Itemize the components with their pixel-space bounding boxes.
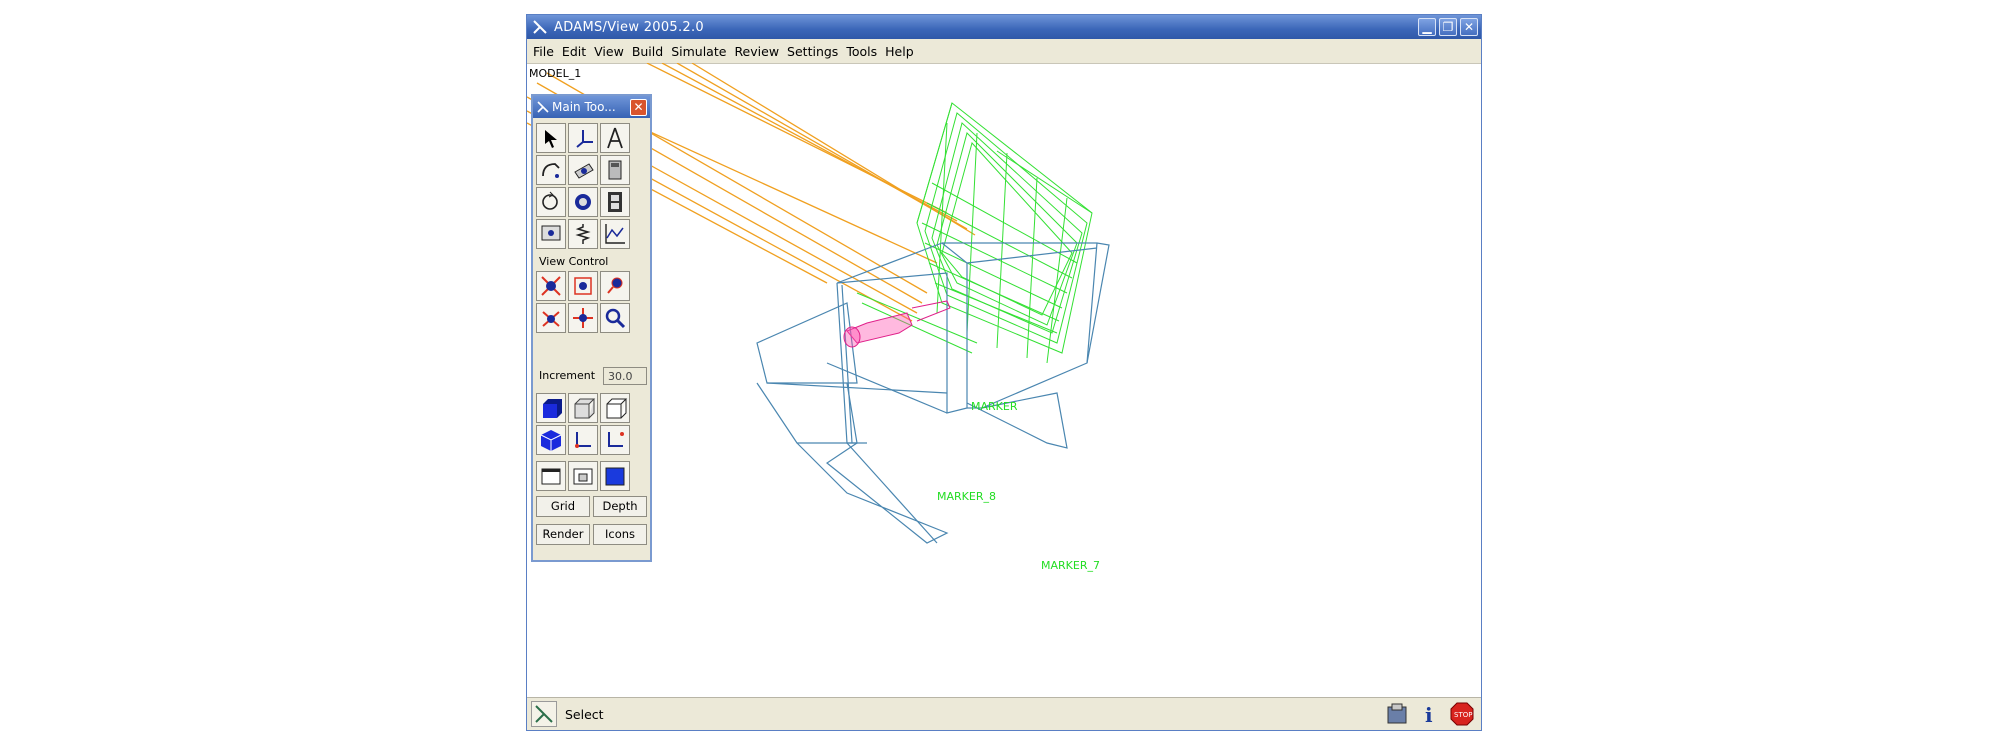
- wireframe-render-button[interactable]: [568, 393, 598, 423]
- postprocessor-tool-button[interactable]: [536, 219, 566, 249]
- close-button[interactable]: ✕: [1460, 18, 1478, 36]
- marker-tool-button[interactable]: [568, 123, 598, 153]
- title-bar: ADAMS/View 2005.2.0 ▁ ❐ ✕: [527, 15, 1481, 39]
- toolbox-title: Main Too...: [552, 100, 616, 114]
- xy-axes-icon: [575, 432, 591, 448]
- maximize-button[interactable]: ❐: [1439, 18, 1457, 36]
- spring-icon: [575, 224, 591, 244]
- model-name-label: MODEL_1: [529, 67, 582, 80]
- render-button[interactable]: Render: [536, 524, 590, 545]
- background-color-button[interactable]: [600, 461, 630, 491]
- wire-cube-icon: [574, 398, 596, 419]
- solid-cube-icon: [543, 399, 562, 418]
- translate-view-button[interactable]: [568, 303, 598, 333]
- grid-button[interactable]: Grid: [536, 496, 590, 517]
- depth-button[interactable]: Depth: [593, 496, 647, 517]
- split-window-icon: [573, 468, 593, 485]
- hinge-joint-icon: [574, 163, 594, 179]
- rotate-z-view-button[interactable]: [536, 303, 566, 333]
- zoom-view-button[interactable]: [600, 303, 630, 333]
- menu-review[interactable]: Review: [730, 44, 783, 59]
- calculator-tool-button[interactable]: [600, 155, 630, 185]
- right-view-button[interactable]: [600, 425, 630, 455]
- window-title: ADAMS/View 2005.2.0: [554, 19, 704, 35]
- magenta-cylinder: [843, 300, 951, 348]
- simulation-gear-icon: [575, 194, 591, 210]
- iso-view-button[interactable]: [536, 425, 566, 455]
- menu-settings[interactable]: Settings: [783, 44, 842, 59]
- toolbox-close-button[interactable]: ✕: [630, 98, 647, 116]
- menu-build[interactable]: Build: [628, 44, 667, 59]
- increment-label: Increment: [539, 369, 596, 382]
- menu-file[interactable]: File: [527, 44, 558, 59]
- outline-cube-icon: [606, 398, 628, 419]
- adams-view-window: ADAMS/View 2005.2.0 ▁ ❐ ✕ File Edit View…: [526, 14, 1482, 731]
- main-toolbox: Main Too... ✕ View Control Increment 30.…: [531, 94, 652, 562]
- fit-view-button[interactable]: [568, 271, 598, 301]
- status-bar: Select i STOP: [527, 697, 1481, 730]
- marker-8-label: MARKER_8: [937, 490, 996, 503]
- view-control-label: View Control: [539, 255, 609, 268]
- database-navigator-icon[interactable]: [1385, 701, 1411, 727]
- menu-bar: File Edit View Build Simulate Review Set…: [527, 39, 1481, 64]
- calculator-icon: [608, 160, 622, 180]
- rotate-z-icon: [542, 311, 560, 327]
- menu-simulate[interactable]: Simulate: [667, 44, 730, 59]
- menu-tools[interactable]: Tools: [842, 44, 881, 59]
- zoom-magnifier-icon: [605, 308, 626, 329]
- iso-cube-icon: [540, 430, 562, 451]
- minimize-button[interactable]: ▁: [1418, 18, 1436, 36]
- arc-geometry-icon: [542, 163, 560, 178]
- menu-view[interactable]: View: [590, 44, 628, 59]
- solid-render-button[interactable]: [536, 393, 566, 423]
- adams-status-icon[interactable]: [531, 701, 557, 727]
- model-viewport[interactable]: y x z: [527, 63, 1481, 703]
- translate-view-icon: [573, 308, 593, 328]
- toolbox-title-bar[interactable]: Main Too... ✕: [533, 96, 650, 118]
- svg-text:STOP: STOP: [1454, 711, 1472, 719]
- hidden-line-button[interactable]: [600, 393, 630, 423]
- axis-marker-icon: [576, 130, 593, 148]
- plot-graph-icon: [605, 224, 625, 244]
- yz-axes-icon: [608, 432, 624, 447]
- info-icon[interactable]: i: [1417, 701, 1443, 727]
- toolbox-app-icon: [537, 101, 549, 113]
- spring-tool-button[interactable]: [568, 219, 598, 249]
- simulate-tool-button[interactable]: [568, 187, 598, 217]
- fit-view-icon: [574, 277, 592, 295]
- menu-edit[interactable]: Edit: [558, 44, 590, 59]
- joint-tool-button[interactable]: [600, 123, 630, 153]
- multi-window-button[interactable]: [568, 461, 598, 491]
- single-window-button[interactable]: [536, 461, 566, 491]
- rotate-view-button[interactable]: [536, 271, 566, 301]
- status-text: Select: [565, 706, 604, 722]
- select-arrow-icon: [545, 130, 557, 148]
- film-strip-icon: [608, 192, 622, 212]
- rotation-motion-icon: [542, 191, 558, 210]
- marker-label: MARKER: [971, 400, 1018, 413]
- window-layout-icon: [541, 468, 561, 485]
- color-swatch-icon: [605, 467, 625, 486]
- geometry-tool-button[interactable]: [536, 155, 566, 185]
- magnify-point-icon: [607, 277, 623, 294]
- svg-text:i: i: [1425, 703, 1433, 727]
- adams-app-icon: [533, 20, 547, 34]
- animation-tool-button[interactable]: [600, 187, 630, 217]
- plot-tool-button[interactable]: [600, 219, 630, 249]
- zoom-point-button[interactable]: [600, 271, 630, 301]
- front-view-button[interactable]: [568, 425, 598, 455]
- select-tool-button[interactable]: [536, 123, 566, 153]
- marker-7-label: MARKER_7: [1041, 559, 1100, 572]
- rotate-view-icon: [541, 276, 561, 296]
- increment-input[interactable]: [603, 367, 647, 385]
- menu-help[interactable]: Help: [881, 44, 918, 59]
- stop-icon[interactable]: STOP: [1449, 701, 1475, 727]
- motion-tool-button[interactable]: [536, 187, 566, 217]
- compass-icon: [607, 127, 623, 149]
- icons-button[interactable]: Icons: [593, 524, 647, 545]
- monitor-icon: [541, 225, 561, 241]
- connector-tool-button[interactable]: [568, 155, 598, 185]
